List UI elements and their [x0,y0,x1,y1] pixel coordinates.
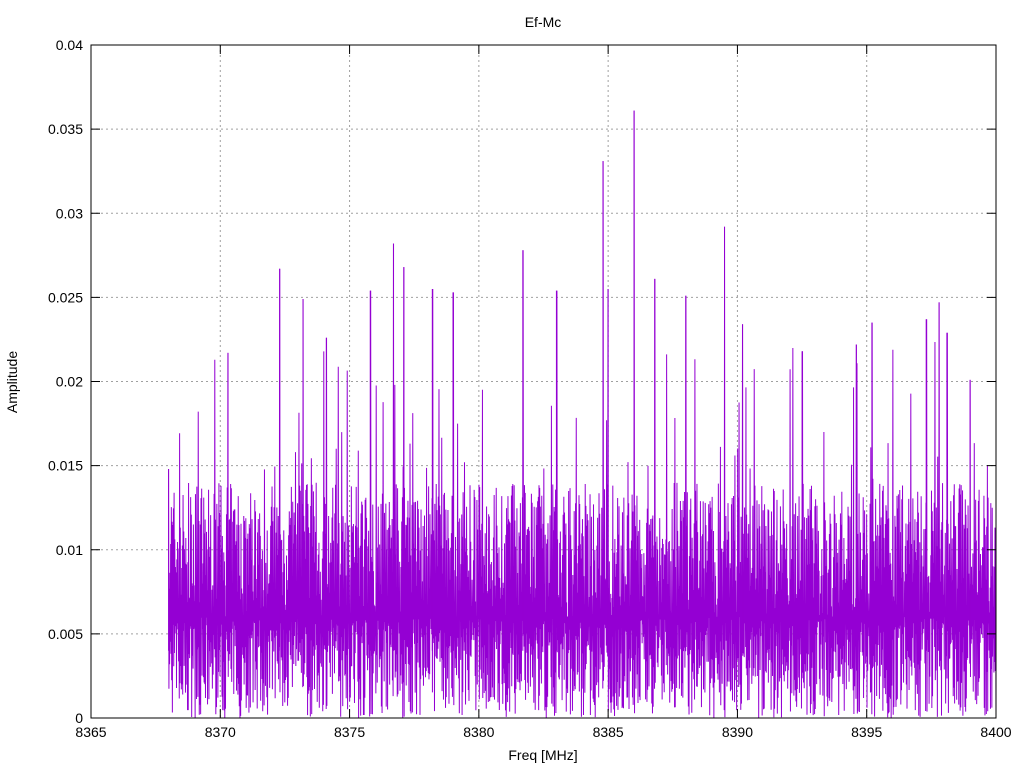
y-tick-label: 0.005 [48,626,83,642]
y-tick-label: 0.03 [56,205,83,221]
x-tick-label: 8365 [75,724,106,740]
x-tick-label: 8395 [851,724,882,740]
y-axis-label: Amplitude [4,351,20,413]
x-tick-label: 8370 [205,724,236,740]
x-axis-label: Freq [MHz] [508,747,577,763]
x-tick-label: 8390 [722,724,753,740]
x-tick-label: 8385 [593,724,624,740]
x-tick-label: 8380 [463,724,494,740]
y-tick-label: 0.035 [48,121,83,137]
chart-title: Ef-Mc [525,14,562,30]
x-tick-label: 8375 [334,724,365,740]
y-tick-label: 0.02 [56,374,83,390]
y-tick-label: 0.01 [56,542,83,558]
y-tick-label: 0.04 [56,37,83,53]
chart: 8365 8370 8375 8380 8385 8390 8395 8400 0 0.005 0.… [4,14,1012,763]
y-tick-label: 0 [75,710,83,726]
series-layer [168,110,997,718]
x-tick-label: 8400 [980,724,1011,740]
y-tick-label: 0.025 [48,289,83,305]
y-tick-label: 0.015 [48,458,83,474]
